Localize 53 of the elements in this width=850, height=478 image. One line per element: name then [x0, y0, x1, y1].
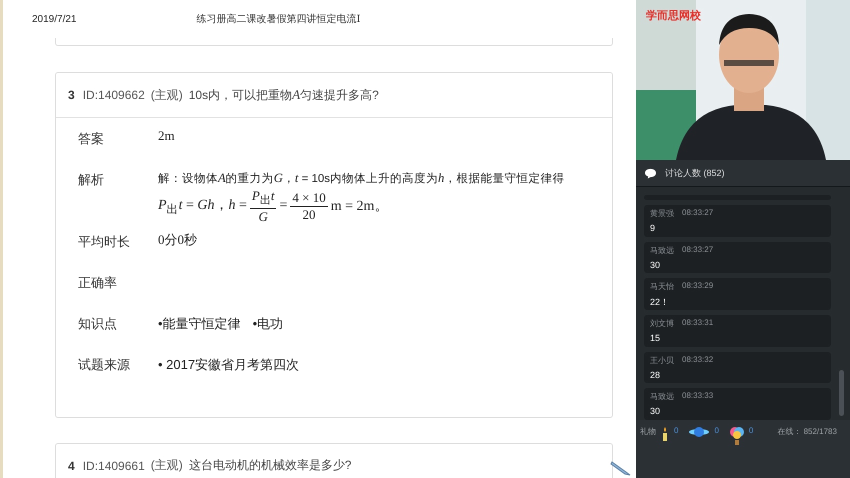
tag-text: •电功: [252, 314, 284, 333]
chat-title: 讨论人数 (852): [665, 166, 725, 180]
document-title: 练习册高二课改暑假第四讲恒定电流I: [196, 12, 360, 26]
field-value: 2m: [158, 128, 175, 143]
message-time: 08:33:27: [682, 244, 714, 256]
message-text: 28: [650, 370, 662, 380]
message-text: 30: [650, 406, 662, 416]
candle-icon[interactable]: [660, 426, 670, 442]
gift-count: 0: [714, 426, 719, 435]
field-label: 正确率: [78, 274, 118, 292]
planet-icon[interactable]: [688, 426, 710, 438]
message-time: 08:33:27: [682, 208, 714, 219]
question-number: 4: [68, 458, 75, 473]
pencil-icon[interactable]: [610, 460, 632, 476]
user-name: 王小贝: [650, 354, 674, 366]
message-text: 22！: [650, 296, 670, 310]
user-name: 黄景强: [650, 208, 674, 219]
user-name: 马致远: [650, 391, 674, 402]
question-id: ID:1409661: [82, 458, 145, 473]
message-time: 08:33:31: [682, 318, 714, 330]
question-id: ID:1409662: [82, 88, 145, 102]
message-text: 15: [650, 333, 662, 344]
message-time: 08:33:29: [682, 281, 714, 292]
question-number: 3: [68, 88, 75, 102]
chat-bubble-icon: [644, 168, 657, 178]
logo-text: 学而思网校: [646, 8, 701, 23]
question-type: (主观): [150, 86, 183, 104]
message-text: 30: [650, 260, 662, 270]
message-text: 9: [650, 222, 656, 233]
message-time: 08:33:33: [682, 391, 714, 402]
gift-count: 0: [748, 426, 754, 435]
solution-text: 解：设物体A的重力为 G，t = 10s内物体上升的高度为h，根据能量守恒定律得: [158, 170, 566, 186]
field-label: 解析: [78, 171, 105, 189]
message-time: 08:33:32: [682, 354, 714, 366]
question-type: (主观): [150, 457, 183, 474]
field-value: 0分0秒: [158, 232, 197, 247]
gift-label: 礼物: [640, 426, 656, 437]
user-name: 刘文博: [650, 318, 674, 330]
user-name: 马天怡: [650, 281, 674, 292]
scrollbar[interactable]: [839, 370, 844, 416]
question-text: 这台电动机的机械效率是多少?: [188, 457, 352, 474]
field-label: 试题来源: [78, 356, 131, 374]
question-text: 10s内，可以把重物A匀速提升多高?: [188, 86, 379, 104]
online-count: 在线： 852/1783: [777, 426, 837, 437]
date-text: 2019/7/21: [32, 14, 76, 24]
field-label: 平均时长: [78, 232, 131, 251]
tag-text: • 2017安徽省月考第四次: [158, 356, 300, 374]
gift-count: 0: [674, 426, 678, 435]
field-label: 知识点: [78, 314, 118, 333]
balloon-icon[interactable]: [728, 426, 745, 446]
user-name: 马致远: [650, 244, 674, 256]
tag-text: •能量守恒定律: [158, 314, 241, 333]
field-label: 答案: [78, 130, 105, 148]
